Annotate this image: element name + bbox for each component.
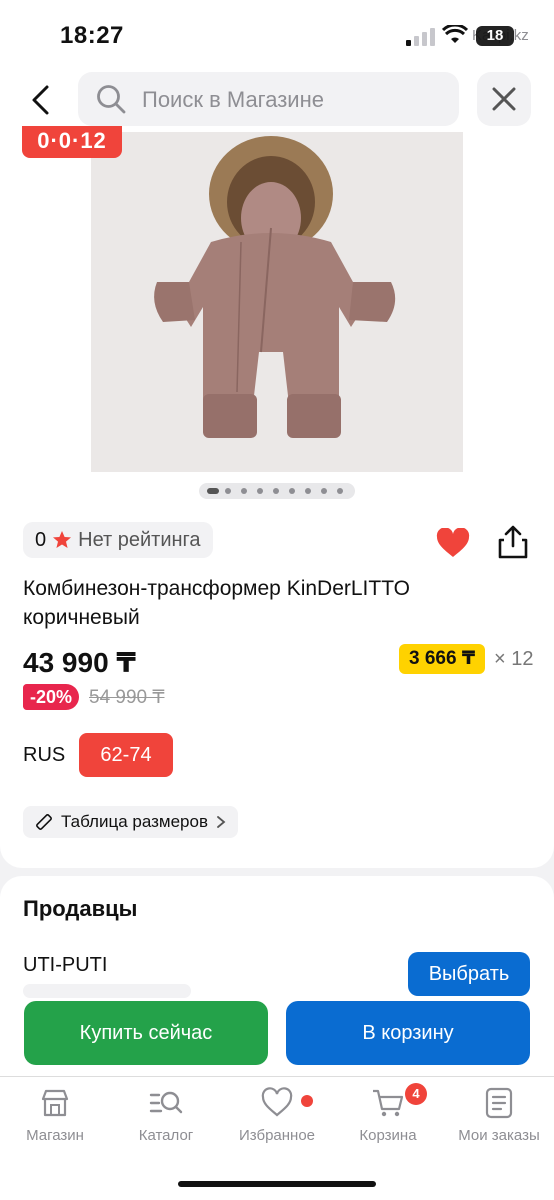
tab-label: Мои заказы (458, 1127, 540, 1144)
size-option-selected[interactable]: 62-74 (79, 733, 173, 777)
star-icon (53, 531, 72, 548)
gallery-pagination (199, 483, 355, 499)
search-icon (97, 85, 126, 114)
sellers-heading: Продавцы (23, 896, 138, 921)
tab-orders[interactable]: Мои заказы (444, 1087, 554, 1144)
close-button[interactable] (477, 72, 531, 126)
top-header: Поиск в Магазине (0, 72, 554, 132)
page-dot (289, 488, 295, 494)
chevron-right-icon (217, 816, 226, 828)
tab-catalog[interactable]: Каталог (111, 1087, 221, 1144)
size-table-button[interactable]: Таблица размеров (23, 806, 238, 838)
rating-chip[interactable]: 0 Нет рейтинга (23, 522, 213, 558)
cart-icon (373, 1089, 404, 1117)
bottom-tab-bar: Магазин Каталог Избранное 4 Корзина Мои … (0, 1076, 554, 1200)
product-price: 43 990 ₸ (23, 647, 136, 678)
countdown-badge: 0·0·12 (22, 126, 122, 158)
old-price: 54 990 ₸ (89, 687, 165, 708)
tab-label: Корзина (359, 1127, 417, 1144)
status-bar: 18:27 Kaspi.kz 18 (0, 0, 554, 72)
product-gallery[interactable]: 0·0·12 (0, 126, 554, 506)
back-arrow-icon[interactable] (26, 84, 58, 116)
page-dot (241, 488, 247, 494)
seller-rating-placeholder (23, 984, 191, 998)
seller-name[interactable]: UTI-PUTI (23, 954, 107, 977)
page-dot (257, 488, 263, 494)
page-dot (225, 488, 231, 494)
page-dot (337, 488, 343, 494)
tab-favorites[interactable]: Избранное (222, 1087, 332, 1144)
installment-badge[interactable]: 3 666 ₸ (399, 644, 486, 674)
tab-label: Каталог (138, 1127, 194, 1144)
orders-icon (485, 1087, 513, 1119)
discount-badge: -20% (23, 684, 80, 710)
home-indicator (178, 1181, 376, 1187)
page-dot (305, 488, 311, 494)
tab-store[interactable]: Магазин (0, 1087, 110, 1144)
buy-now-button[interactable]: Купить сейчас (24, 1001, 268, 1065)
installment-months: × 12 (494, 648, 534, 670)
choose-seller-button[interactable]: Выбрать (408, 952, 530, 996)
share-icon[interactable] (496, 524, 530, 560)
status-time: 18:27 (60, 22, 124, 49)
size-table-label: Таблица размеров (61, 812, 208, 831)
page-dot (321, 488, 327, 494)
catalog-search-icon (149, 1091, 183, 1114)
tab-cart[interactable]: 4 Корзина (333, 1083, 443, 1144)
tab-label: Избранное (238, 1127, 316, 1144)
product-info-card: 0 Нет рейтинга Комбинезон-трансформер Ki… (0, 506, 554, 868)
snowsuit-image (91, 132, 463, 472)
size-system-label: RUS (23, 744, 66, 766)
page-dot (273, 488, 279, 494)
rating-label: Нет рейтинга (78, 528, 201, 551)
wifi-icon (442, 25, 468, 43)
rating-value: 0 (35, 528, 47, 551)
close-icon (492, 87, 516, 111)
heart-outline-icon (261, 1087, 293, 1117)
battery-indicator: 18 (476, 26, 514, 46)
product-photo[interactable] (91, 132, 463, 472)
favorite-heart-icon[interactable] (436, 528, 470, 558)
store-icon (41, 1089, 69, 1117)
search-input[interactable]: Поиск в Магазине (78, 72, 459, 126)
ruler-icon (36, 814, 52, 830)
search-placeholder: Поиск в Магазине (142, 87, 324, 112)
product-title: Комбинезон-трансформер KinDerLITTO корич… (23, 577, 411, 629)
favorites-notification-dot (301, 1095, 313, 1107)
cart-count-badge: 4 (405, 1083, 427, 1105)
page-dot-active (207, 488, 219, 494)
add-to-cart-button[interactable]: В корзину (286, 1001, 530, 1065)
signal-icon (406, 28, 436, 46)
tab-label: Магазин (26, 1127, 84, 1144)
